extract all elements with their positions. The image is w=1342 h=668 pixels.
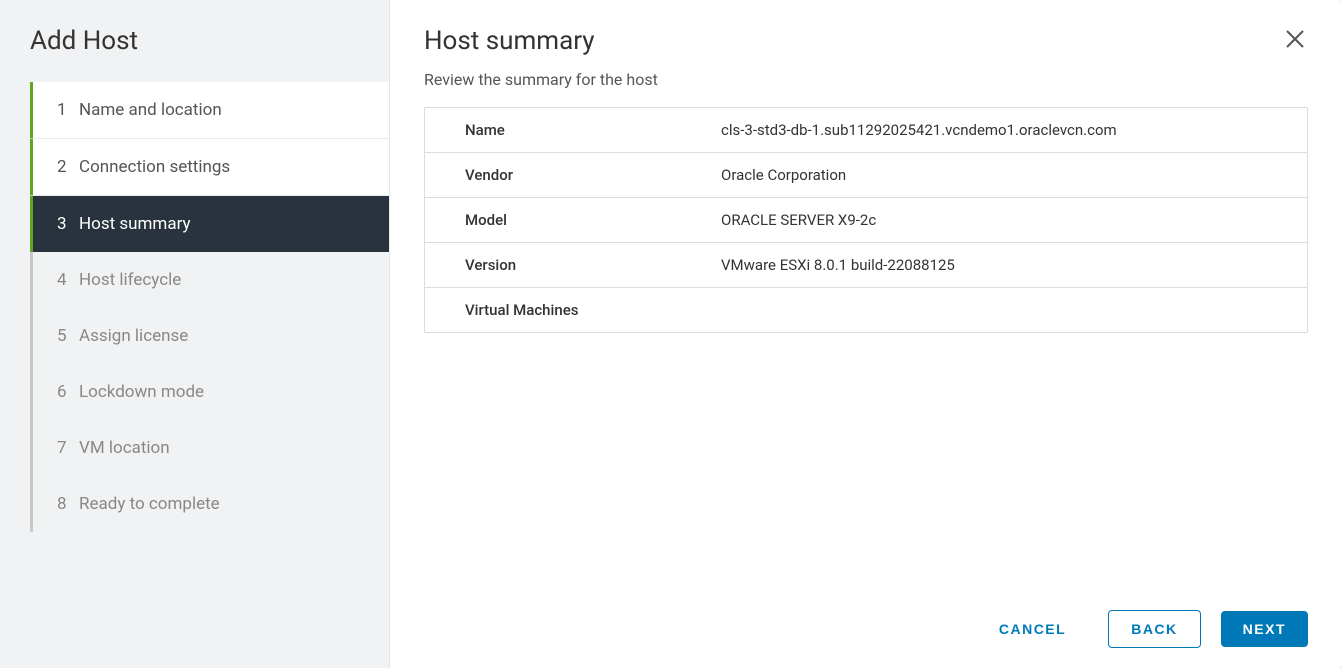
host-summary-table: Name cls-3-std3-db-1.sub11292025421.vcnd…: [424, 107, 1308, 333]
summary-value: [705, 288, 1307, 332]
wizard-footer: CANCEL BACK NEXT: [424, 590, 1308, 648]
step-ready-to-complete: 8 Ready to complete: [33, 476, 389, 532]
step-number: 8: [57, 494, 79, 514]
summary-row-vendor: Vendor Oracle Corporation: [425, 153, 1307, 198]
step-label: Assign license: [79, 326, 188, 346]
summary-row-version: Version VMware ESXi 8.0.1 build-22088125: [425, 243, 1307, 288]
step-label: Host summary: [79, 214, 191, 234]
step-number: 2: [57, 157, 79, 177]
step-name-and-location[interactable]: 1 Name and location: [33, 82, 389, 139]
summary-value: Oracle Corporation: [705, 153, 1307, 197]
step-host-lifecycle: 4 Host lifecycle: [33, 252, 389, 308]
close-icon[interactable]: [1282, 26, 1308, 56]
x-icon: [1286, 30, 1304, 48]
page-title: Host summary: [424, 26, 595, 56]
summary-row-model: Model ORACLE SERVER X9-2c: [425, 198, 1307, 243]
summary-label: Vendor: [425, 153, 705, 197]
step-number: 5: [57, 326, 79, 346]
step-label: Lockdown mode: [79, 382, 204, 402]
step-label: Ready to complete: [79, 494, 220, 514]
wizard-sidebar: Add Host 1 Name and location 2 Connectio…: [0, 0, 390, 668]
step-label: Host lifecycle: [79, 270, 181, 290]
step-label: VM location: [79, 438, 170, 458]
cancel-button[interactable]: CANCEL: [977, 611, 1088, 647]
step-vm-location: 7 VM location: [33, 420, 389, 476]
step-label: Name and location: [79, 100, 222, 120]
step-host-summary: 3 Host summary: [33, 196, 389, 252]
summary-value: ORACLE SERVER X9-2c: [705, 198, 1307, 242]
step-number: 4: [57, 270, 79, 290]
summary-label: Virtual Machines: [425, 288, 705, 332]
back-button[interactable]: BACK: [1108, 610, 1200, 648]
summary-value: cls-3-std3-db-1.sub11292025421.vcndemo1.…: [705, 108, 1307, 152]
add-host-wizard: Add Host 1 Name and location 2 Connectio…: [0, 0, 1342, 668]
wizard-content: Host summary Review the summary for the …: [390, 0, 1342, 668]
step-number: 1: [57, 100, 79, 120]
step-label: Connection settings: [79, 157, 230, 177]
summary-label: Model: [425, 198, 705, 242]
step-assign-license: 5 Assign license: [33, 308, 389, 364]
next-button[interactable]: NEXT: [1221, 611, 1308, 647]
step-number: 7: [57, 438, 79, 458]
wizard-title: Add Host: [0, 26, 389, 82]
step-number: 6: [57, 382, 79, 402]
step-number: 3: [57, 214, 79, 234]
summary-value: VMware ESXi 8.0.1 build-22088125: [705, 243, 1307, 287]
summary-label: Version: [425, 243, 705, 287]
content-header: Host summary: [424, 26, 1308, 70]
step-lockdown-mode: 6 Lockdown mode: [33, 364, 389, 420]
summary-label: Name: [425, 108, 705, 152]
summary-row-virtual-machines: Virtual Machines: [425, 288, 1307, 332]
step-connection-settings[interactable]: 2 Connection settings: [33, 139, 389, 196]
summary-row-name: Name cls-3-std3-db-1.sub11292025421.vcnd…: [425, 108, 1307, 153]
wizard-steps: 1 Name and location 2 Connection setting…: [30, 82, 389, 532]
page-subtitle: Review the summary for the host: [424, 70, 1308, 89]
